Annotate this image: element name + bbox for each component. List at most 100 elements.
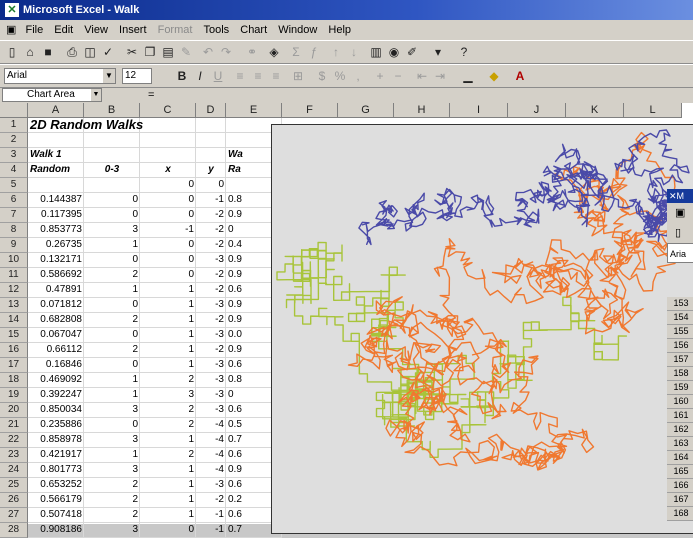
second-window-row-header[interactable]: 162 [667,423,693,437]
copy-icon[interactable]: ❐ [142,44,158,60]
direction-cell[interactable]: 3 [84,223,140,238]
y-cell[interactable]: -2 [196,208,226,223]
x-cell[interactable]: 0 [140,238,196,253]
random-value-cell[interactable]: 0.117395 [28,208,84,223]
direction-cell[interactable]: 1 [84,283,140,298]
second-window-row-header[interactable]: 163 [667,437,693,451]
second-window-row-header[interactable]: 159 [667,381,693,395]
y-cell[interactable]: -2 [196,283,226,298]
x-cell[interactable]: 0 [140,178,196,193]
borders-icon[interactable]: ▁ [460,68,476,84]
column-header[interactable]: J [508,103,566,118]
y-cell[interactable]: -4 [196,433,226,448]
y-cell[interactable]: -3 [196,328,226,343]
menu-window[interactable]: Window [274,20,321,40]
x-cell[interactable]: 1 [140,358,196,373]
fill-color-icon[interactable]: ◆ [486,68,502,84]
y-cell[interactable]: -1 [196,508,226,523]
row-header[interactable]: 8 [0,223,28,238]
row-header[interactable]: 12 [0,283,28,298]
underline-icon[interactable]: U [210,68,226,84]
column-header[interactable]: B [84,103,140,118]
menu-format[interactable]: Format [154,20,197,40]
x-cell[interactable]: 2 [140,418,196,433]
map-icon[interactable]: ◉ [386,44,402,60]
y-cell[interactable]: -3 [196,253,226,268]
grid-cell[interactable] [140,148,196,163]
random-value-cell[interactable]: 0.421917 [28,448,84,463]
grid-cell[interactable] [84,178,140,193]
direction-cell[interactable]: 2 [84,313,140,328]
align-right-icon[interactable]: ≡ [268,68,284,84]
row-header[interactable]: 19 [0,388,28,403]
direction-cell[interactable]: 2 [84,508,140,523]
column-header[interactable]: C [140,103,196,118]
direction-cell[interactable]: 1 [84,388,140,403]
y-cell[interactable]: -3 [196,358,226,373]
x-cell[interactable]: 1 [140,463,196,478]
column-header[interactable]: E [226,103,282,118]
decrease-decimal-icon[interactable]: − [390,68,406,84]
column-header[interactable]: I [450,103,508,118]
row-header[interactable]: 7 [0,208,28,223]
redo-icon[interactable]: ↷ [218,44,234,60]
column-header[interactable]: L [624,103,682,118]
y-cell[interactable]: -4 [196,448,226,463]
select-all-corner[interactable] [0,103,28,118]
x-cell[interactable]: 1 [140,433,196,448]
formula-equals[interactable]: = [148,88,154,102]
column-header[interactable]: F [282,103,338,118]
header-x-cell[interactable]: x [140,163,196,178]
header-y-cell[interactable]: y [196,163,226,178]
percent-icon[interactable]: % [332,68,348,84]
menu-view[interactable]: View [80,20,112,40]
x-cell[interactable]: 1 [140,298,196,313]
save-icon[interactable]: ■ [40,44,56,60]
row-header[interactable]: 15 [0,328,28,343]
direction-cell[interactable]: 3 [84,403,140,418]
second-window-row-header[interactable]: 166 [667,479,693,493]
row-header[interactable]: 1 [0,118,28,133]
second-window-new-icon[interactable]: ▯ [667,223,693,243]
random-value-cell[interactable]: 0.682808 [28,313,84,328]
random-value-cell[interactable]: 0.469092 [28,373,84,388]
random-value-cell[interactable]: 0.566179 [28,493,84,508]
direction-cell[interactable]: 0 [84,298,140,313]
chevron-down-icon[interactable]: ▼ [91,89,101,101]
x-cell[interactable]: 3 [140,388,196,403]
undo-icon[interactable]: ↶ [200,44,216,60]
x-cell[interactable]: 2 [140,448,196,463]
random-value-cell[interactable]: 0.144387 [28,193,84,208]
y-cell[interactable]: -4 [196,418,226,433]
random-value-cell[interactable]: 0.507418 [28,508,84,523]
random-value-cell[interactable]: 0.908186 [28,523,84,538]
font-name-select[interactable]: Arial ▼ [4,68,116,84]
x-cell[interactable]: 1 [140,493,196,508]
x-cell[interactable]: -1 [140,223,196,238]
direction-cell[interactable]: 0 [84,418,140,433]
column-header[interactable]: A [28,103,84,118]
menu-file[interactable]: File [21,20,47,40]
y-cell[interactable]: -1 [196,523,226,538]
y-cell[interactable]: -2 [196,238,226,253]
open-icon[interactable]: ⌂ [22,44,38,60]
grid-cell[interactable] [84,133,140,148]
second-window-row-header[interactable]: 155 [667,325,693,339]
increase-decimal-icon[interactable]: + [372,68,388,84]
row-header[interactable]: 23 [0,448,28,463]
drawing-icon[interactable]: ✐ [404,44,420,60]
y-cell[interactable]: -1 [196,193,226,208]
random-value-cell[interactable]: 0.132171 [28,253,84,268]
row-header[interactable]: 9 [0,238,28,253]
font-color-icon[interactable]: A [512,68,528,84]
sheet-title-cell[interactable]: 2D Random Walks [28,118,268,133]
column-header[interactable]: K [566,103,624,118]
second-window-row-header[interactable]: 157 [667,353,693,367]
web-toolbar-icon[interactable]: ◈ [266,44,282,60]
direction-cell[interactable]: 0 [84,358,140,373]
increase-indent-icon[interactable]: ⇥ [432,68,448,84]
y-cell[interactable]: -2 [196,313,226,328]
second-window-row-header[interactable]: 153 [667,297,693,311]
random-value-cell[interactable]: 0.067047 [28,328,84,343]
row-header[interactable]: 22 [0,433,28,448]
